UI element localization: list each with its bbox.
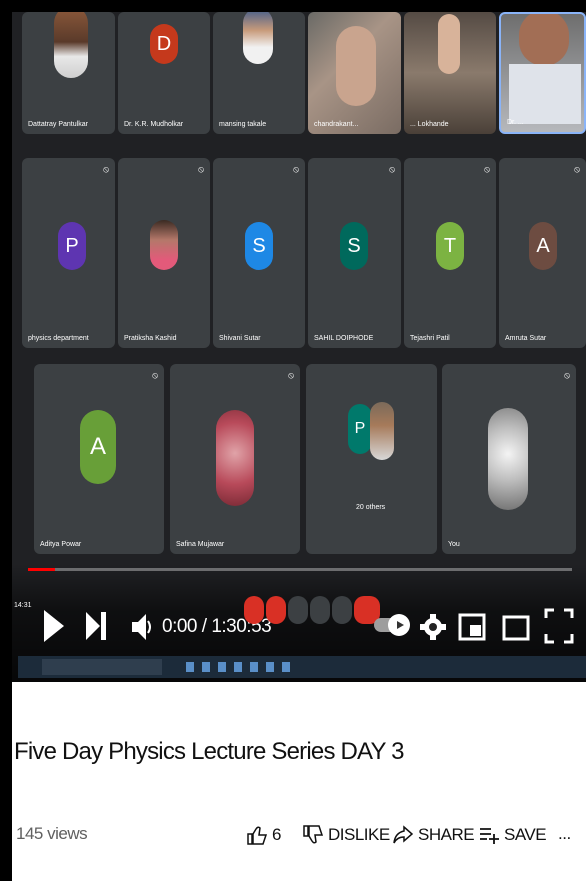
participant-name: SAHIL DOIPHODE	[314, 335, 374, 342]
windows-taskbar	[18, 656, 586, 678]
like-count: 6	[272, 825, 281, 844]
autoplay-toggle-icon[interactable]	[374, 614, 410, 636]
mic-muted-icon: ⦸	[103, 164, 109, 174]
dislike-button[interactable]: DISLIKE	[302, 824, 390, 846]
participant-tile: D Dr. K.R. Mudholkar	[118, 12, 210, 134]
participant-name: Pratiksha Kashid	[124, 335, 177, 342]
participant-name: You	[448, 541, 460, 548]
participant-name: Safina Mujawar	[176, 541, 225, 548]
dislike-label: DISLIKE	[328, 825, 390, 844]
participant-name: Amruta Sutar	[505, 335, 547, 342]
participant-tile: P 20 others	[306, 364, 437, 554]
like-button[interactable]: 6	[246, 824, 281, 846]
save-label: SAVE	[504, 825, 547, 844]
participant-photo	[150, 220, 178, 270]
meet-hand-button	[288, 596, 308, 624]
participant-name: Dr. ...	[507, 119, 524, 126]
next-icon[interactable]	[84, 610, 108, 642]
more-icon: ...	[558, 824, 571, 843]
participant-tile-self: ⦸ You	[442, 364, 576, 554]
participant-tile: ⦸ A Aditya Powar	[34, 364, 164, 554]
mic-muted-icon: ⦸	[564, 370, 570, 380]
meet-clock: 14:31	[14, 602, 32, 609]
participant-tile: ⦸ P physics department	[22, 158, 115, 348]
participant-camera-active: Dr. ...	[499, 12, 586, 134]
participant-avatar: A	[529, 222, 557, 270]
participant-tile: ⦸ A Amruta Sutar	[499, 158, 586, 348]
participant-name: Tejashri Patil	[410, 335, 450, 342]
participant-name: ... Lokhande	[410, 121, 449, 128]
progress-fill	[28, 568, 56, 571]
share-icon	[393, 825, 414, 844]
play-icon[interactable]	[42, 608, 66, 644]
participant-tile: ⦸ S Shivani Sutar	[213, 158, 305, 348]
others-count: 20 others	[356, 504, 386, 511]
participant-avatar: S	[245, 222, 273, 270]
meet-more-button	[332, 596, 352, 624]
like-icon	[247, 826, 268, 845]
dislike-icon	[303, 825, 324, 844]
progress-bar[interactable]	[28, 568, 572, 571]
share-label: SHARE	[418, 825, 475, 844]
meet-mic-off-button	[244, 596, 264, 624]
theater-icon[interactable]	[502, 612, 532, 642]
settings-icon[interactable]	[420, 612, 446, 642]
participant-photo	[216, 410, 254, 506]
participant-photo	[370, 402, 394, 460]
mic-muted-icon: ⦸	[288, 370, 294, 380]
meet-present-button	[310, 596, 330, 624]
video-title: Five Day Physics Lecture Series DAY 3	[14, 738, 404, 765]
participant-tile: Dattatray Pantulkar	[22, 12, 115, 134]
view-count: 145 views	[16, 824, 88, 843]
participant-name: mansing takale	[219, 121, 267, 128]
participant-tile: mansing takale	[213, 12, 305, 134]
share-button[interactable]: SHARE	[392, 824, 475, 846]
mic-muted-icon: ⦸	[198, 164, 204, 174]
participant-avatar: P	[348, 404, 372, 454]
mic-muted-icon: ⦸	[293, 164, 299, 174]
participant-tile: ⦸ Safina Mujawar	[170, 364, 300, 554]
participant-tile: ⦸ Pratiksha Kashid	[118, 158, 210, 348]
screenshot-frame: Dattatray Pantulkar D Dr. K.R. Mudholkar…	[0, 0, 586, 881]
participant-name: physics department	[28, 335, 89, 342]
miniplayer-icon[interactable]	[458, 612, 488, 642]
save-icon	[480, 828, 499, 844]
video-info-panel	[12, 682, 586, 881]
participant-photo	[243, 12, 273, 64]
mic-muted-icon: ⦸	[152, 370, 158, 380]
participant-photo	[488, 408, 528, 510]
participant-tile: ⦸ S SAHIL DOIPHODE	[308, 158, 401, 348]
participant-camera: ... Lokhande	[404, 12, 496, 134]
participant-avatar: T	[436, 222, 464, 270]
more-button[interactable]: ...	[558, 824, 571, 844]
participant-name: chandrakant...	[314, 121, 359, 128]
participant-avatar: A	[80, 410, 116, 484]
participant-photo	[54, 12, 88, 78]
participant-avatar: S	[340, 222, 368, 270]
participant-avatar: D	[150, 24, 178, 64]
fullscreen-icon[interactable]	[544, 608, 574, 644]
save-button[interactable]: SAVE	[478, 824, 547, 846]
video-player[interactable]: Dattatray Pantulkar D Dr. K.R. Mudholkar…	[12, 12, 586, 682]
mic-muted-icon: ⦸	[574, 164, 580, 174]
mic-muted-icon: ⦸	[484, 164, 490, 174]
mic-muted-icon: ⦸	[389, 164, 395, 174]
participant-avatar: P	[58, 222, 86, 270]
meet-cam-off-button	[266, 596, 286, 624]
participant-name: Aditya Powar	[40, 541, 82, 548]
participant-name: Dr. K.R. Mudholkar	[124, 121, 184, 128]
participant-name: Dattatray Pantulkar	[28, 121, 88, 128]
participant-name: Shivani Sutar	[219, 335, 261, 342]
participant-camera: chandrakant...	[308, 12, 401, 134]
volume-icon[interactable]	[130, 612, 152, 642]
participant-tile: ⦸ T Tejashri Patil	[404, 158, 496, 348]
